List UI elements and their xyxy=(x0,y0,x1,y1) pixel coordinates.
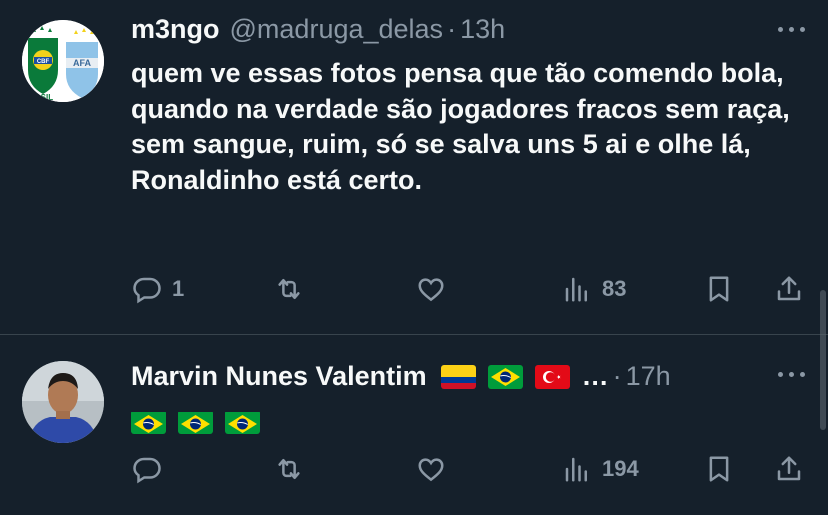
bookmark-icon xyxy=(709,276,729,302)
separator-dot: · xyxy=(612,361,622,391)
view-count: 194 xyxy=(602,456,639,481)
svg-text:ASIL: ASIL xyxy=(35,93,53,102)
display-name[interactable]: m3ngo xyxy=(131,14,220,45)
share-icon xyxy=(777,456,801,481)
scrollbar[interactable] xyxy=(820,290,826,430)
heart-icon xyxy=(418,278,444,302)
retweet-button[interactable] xyxy=(274,274,304,304)
more-options-icon[interactable] xyxy=(778,369,806,379)
reply-button[interactable] xyxy=(132,454,162,484)
colombia-flag-icon xyxy=(440,364,476,389)
analytics-icon xyxy=(565,457,587,482)
brazil-flag-icon xyxy=(487,364,523,389)
reply-icon xyxy=(133,277,161,304)
avatar[interactable] xyxy=(22,361,104,443)
brazil-flag-icon xyxy=(178,410,213,434)
reply-button[interactable]: 1 xyxy=(132,274,184,304)
separator-dot: · xyxy=(447,14,457,44)
like-button[interactable] xyxy=(416,274,446,304)
tweet-actions: 194 xyxy=(0,454,828,490)
avatar[interactable]: CBF ASIL AFA xyxy=(22,20,104,102)
name-ellipsis: … xyxy=(581,361,609,391)
profile-photo xyxy=(22,361,104,443)
tweet-text: quem ve essas fotos pensa que tão comend… xyxy=(131,58,790,195)
bookmark-icon xyxy=(709,456,729,482)
heart-icon xyxy=(418,458,444,482)
like-button[interactable] xyxy=(416,454,446,484)
retweet-icon xyxy=(278,279,300,299)
turkey-flag-icon xyxy=(534,364,570,389)
reply-icon xyxy=(133,457,161,484)
more-options-icon[interactable] xyxy=(778,24,806,34)
brazil-flag-icon xyxy=(225,410,260,434)
tweet[interactable]: CBF ASIL AFA m3ngo @madruga_delas · 13h … xyxy=(0,0,828,334)
share-button[interactable] xyxy=(774,274,804,304)
retweet-button[interactable] xyxy=(274,454,304,484)
timestamp[interactable]: 13h xyxy=(460,14,505,45)
views-button[interactable]: 194 xyxy=(562,454,639,484)
username[interactable]: @madruga_delas xyxy=(230,14,444,45)
view-count: 83 xyxy=(602,276,627,301)
views-button[interactable]: 83 xyxy=(562,274,626,304)
svg-text:CBF: CBF xyxy=(37,59,50,65)
display-name[interactable]: Marvin Nunes Valentim xyxy=(131,361,427,392)
bookmark-button[interactable] xyxy=(704,454,734,484)
share-button[interactable] xyxy=(774,454,804,484)
svg-text:AFA: AFA xyxy=(73,58,92,68)
tweet-header: m3ngo @madruga_delas · 13h xyxy=(131,14,505,45)
tweet-actions: 1 83 xyxy=(0,274,828,310)
share-icon xyxy=(777,276,801,301)
brazil-flag-icon xyxy=(131,410,166,434)
name-flags xyxy=(440,364,582,389)
bookmark-button[interactable] xyxy=(704,274,734,304)
analytics-icon xyxy=(565,277,587,302)
timestamp[interactable]: 17h xyxy=(626,361,671,392)
retweet-icon xyxy=(278,459,300,479)
tweet-header: Marvin Nunes Valentim … · 17h xyxy=(131,361,671,392)
tweet-text xyxy=(131,405,791,441)
tweet[interactable]: Marvin Nunes Valentim … · 17h 194 xyxy=(0,335,828,515)
reply-count: 1 xyxy=(172,276,185,301)
cbf-afa-logo: CBF ASIL AFA xyxy=(22,20,104,102)
